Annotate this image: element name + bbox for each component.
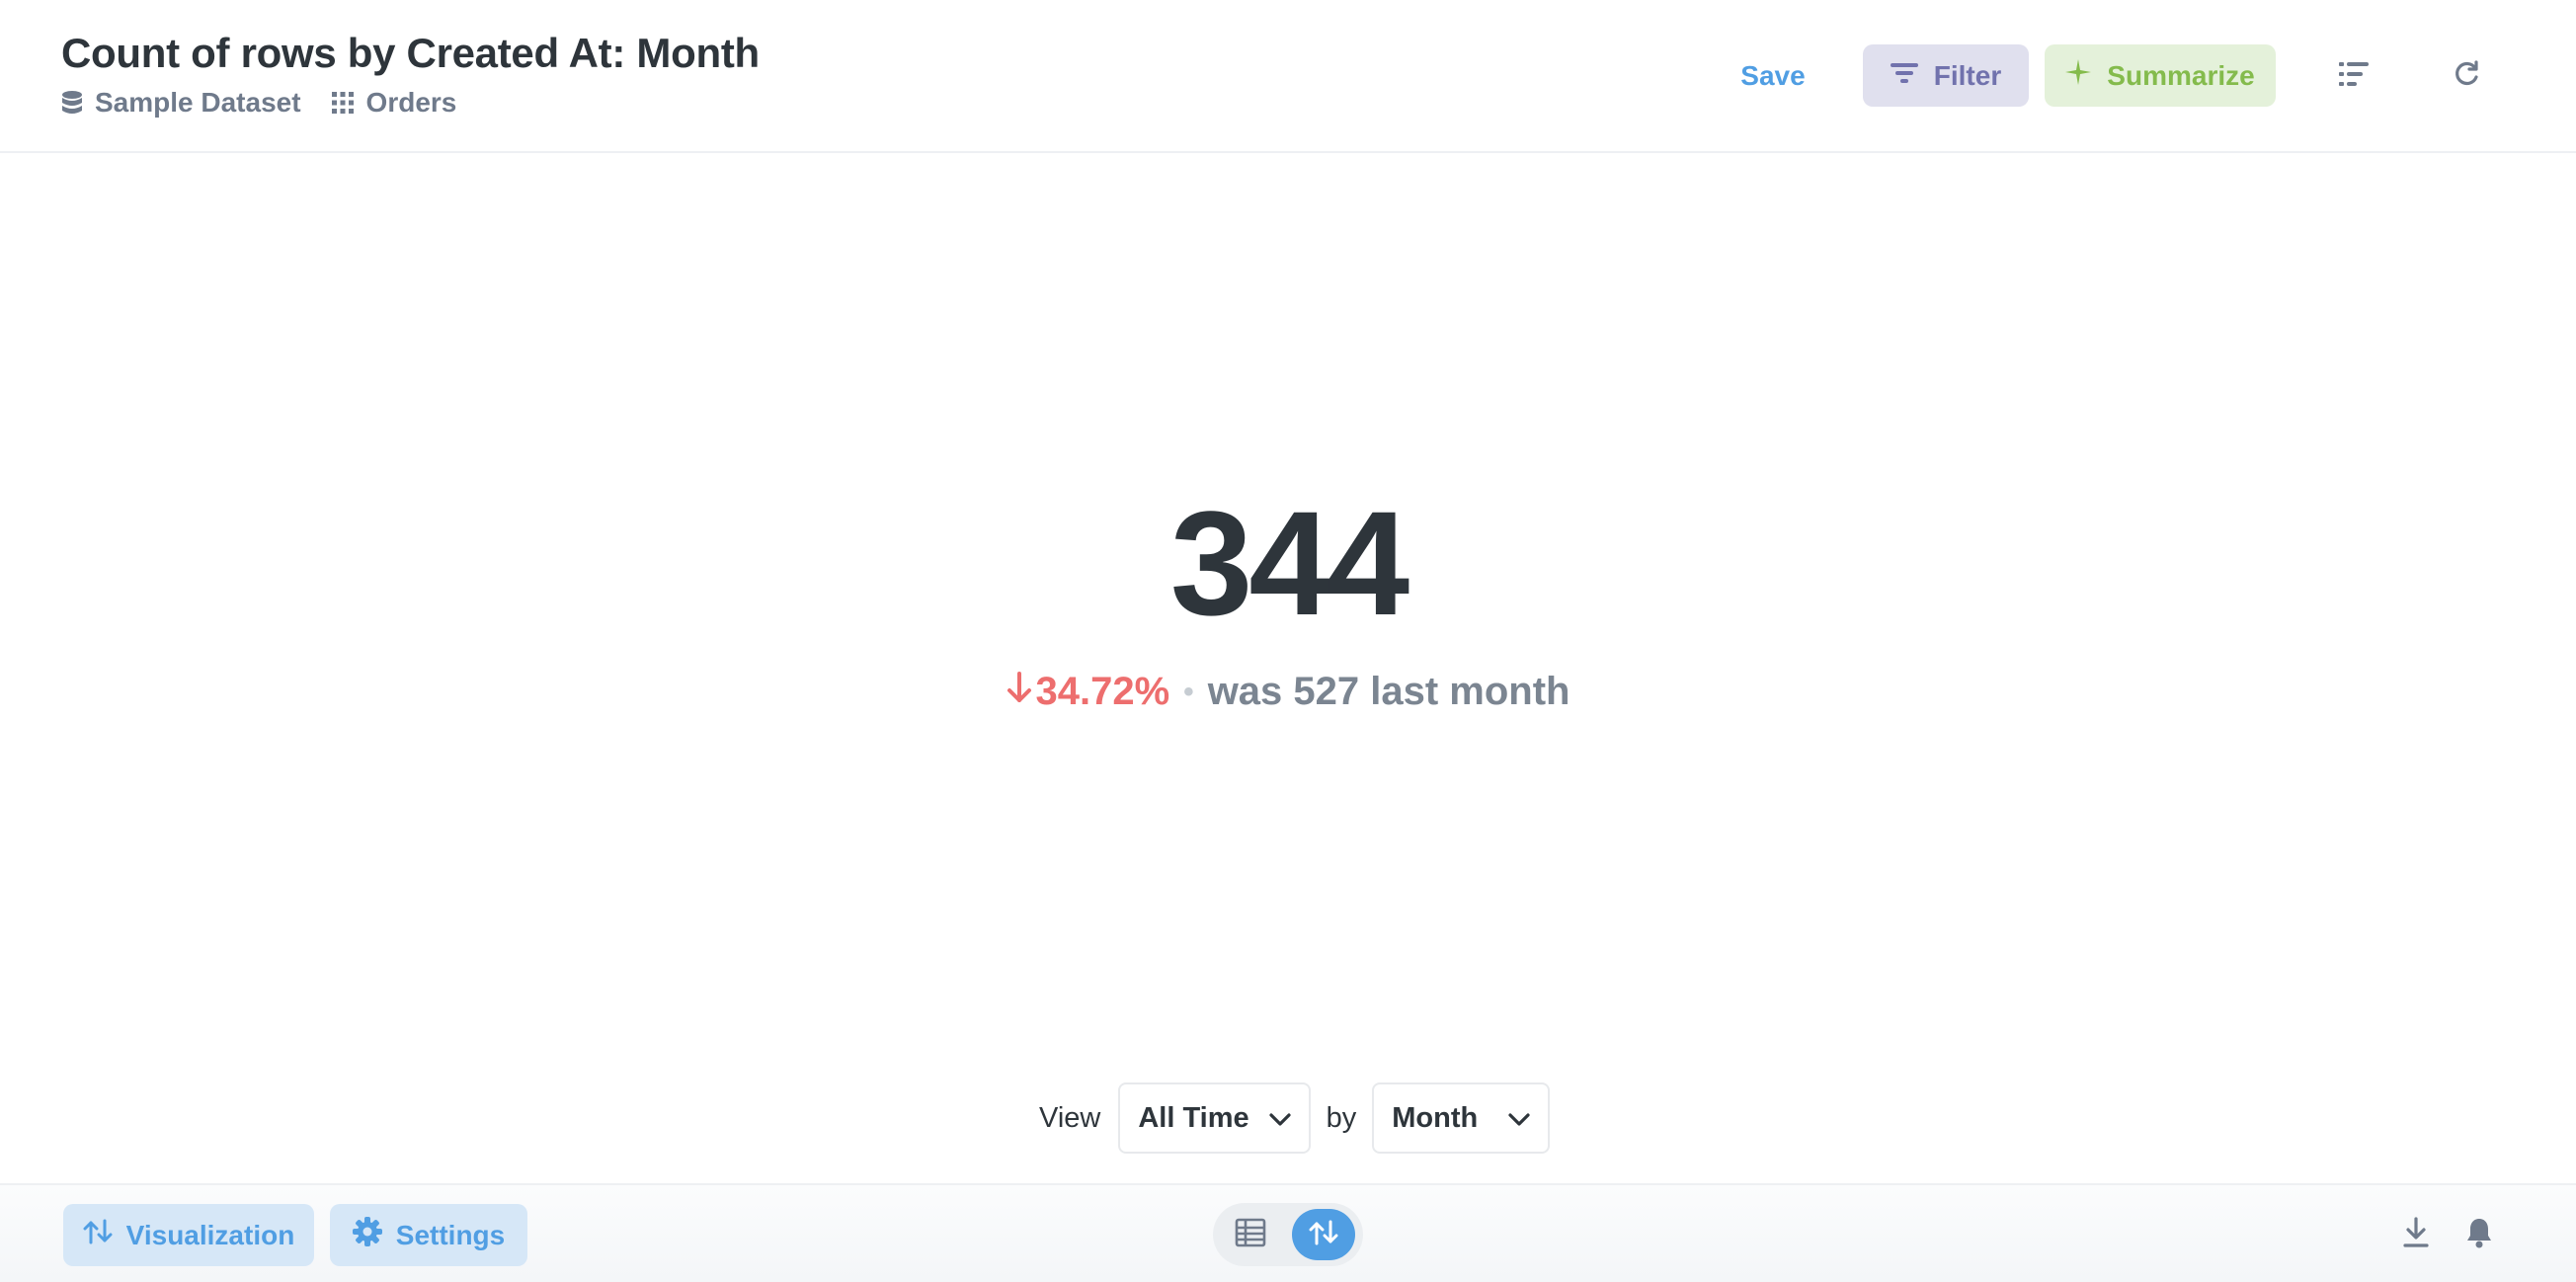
notebook-icon [2339,61,2369,92]
table-icon [1235,1218,1266,1252]
download-icon [2403,1216,2429,1253]
table-grid-icon [331,91,355,115]
breadcrumb-label: Sample Dataset [95,87,301,118]
filter-icon [1890,60,1918,92]
gear-icon [352,1217,382,1253]
visualization-button[interactable]: Visualization [63,1204,314,1266]
settings-label: Settings [395,1219,506,1250]
database-icon [61,90,83,116]
filter-label: Filter [1933,59,2002,91]
query-footer: Visualization Settings [0,1183,2576,1282]
save-button[interactable]: Save [1724,44,1822,107]
breadcrumb-database[interactable]: Sample Dataset [61,87,301,119]
by-label: by [1326,1101,1357,1134]
chevron-down-icon [1269,1102,1291,1135]
visualization-label: Visualization [125,1219,295,1250]
arrow-down-icon [1006,670,1032,714]
page-title: Count of rows by Created At: Month [61,30,760,76]
scalar-view-toggle[interactable] [1292,1209,1355,1260]
sparkle-icon [2065,59,2092,92]
download-button[interactable] [2392,1211,2440,1258]
notebook-button[interactable] [2329,51,2378,101]
query-header: Count of rows by Created At: Month Sampl… [0,0,2576,153]
time-range-select[interactable]: All Time [1118,1082,1311,1154]
scalar-trend-icon [1309,1220,1338,1250]
time-range-value: All Time [1138,1101,1249,1134]
separator-dot: • [1183,675,1194,708]
scalar-value: 344 [1169,480,1409,646]
granularity-select[interactable]: Month [1372,1082,1551,1154]
refresh-icon [2453,59,2480,93]
filter-button[interactable]: Filter [1863,44,2029,107]
breadcrumb: Sample Dataset Orders [61,87,456,119]
granularity-value: Month [1392,1101,1479,1134]
table-view-toggle[interactable] [1219,1209,1282,1260]
breadcrumb-label: Orders [365,87,457,118]
bell-icon [2465,1217,2493,1253]
breadcrumb-table[interactable]: Orders [331,87,457,119]
scalar-trend-icon [83,1219,113,1251]
view-label: View [1039,1101,1101,1134]
change-indicator: 34.72% [1006,670,1170,714]
scalar-comparison: 34.72% • was 527 last month [0,670,2576,714]
settings-button[interactable]: Settings [330,1204,527,1266]
alert-button[interactable] [2455,1211,2503,1258]
summarize-button[interactable]: Summarize [2045,44,2276,107]
summarize-label: Summarize [2107,59,2255,91]
previous-value: was 527 last month [1207,670,1570,713]
change-percent: 34.72% [1035,670,1170,713]
view-toggle [1213,1203,1363,1266]
chevron-down-icon [1508,1102,1530,1135]
view-controls: View All Time by Month [1039,1082,1551,1154]
refresh-button[interactable] [2442,51,2491,101]
